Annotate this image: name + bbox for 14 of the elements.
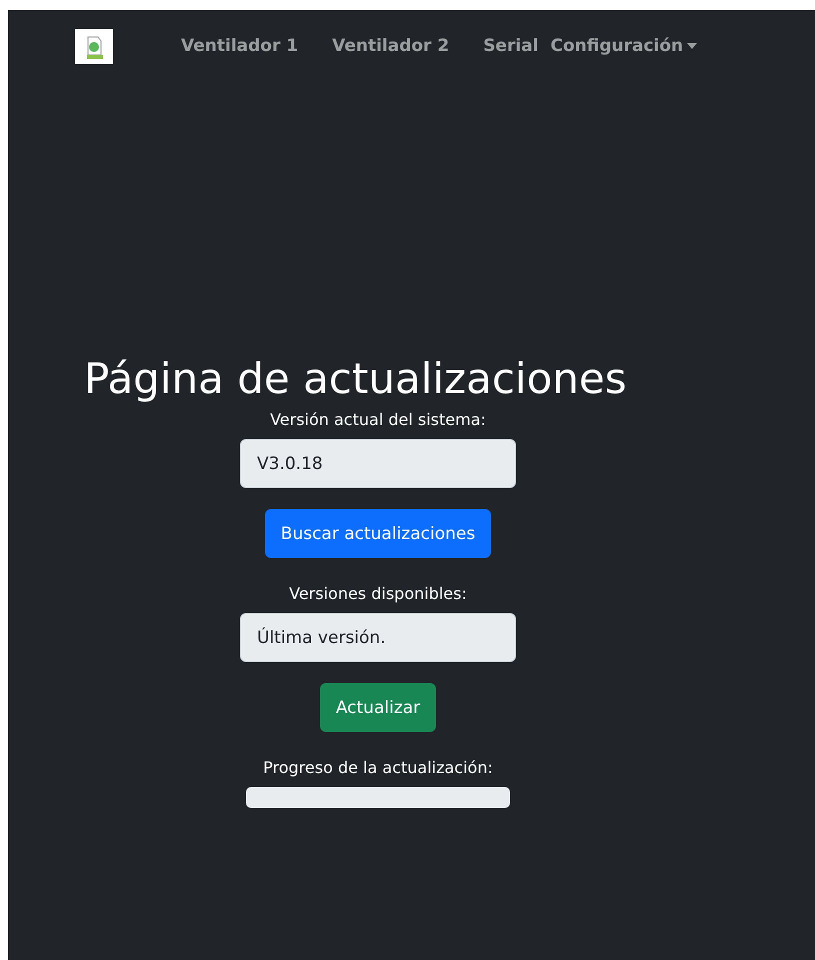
nav-link[interactable]: Ventilador 1 [181, 36, 298, 56]
caret-icon [687, 43, 698, 49]
available-versions-field[interactable]: Última versión. [240, 613, 516, 662]
update-button[interactable]: Actualizar [320, 683, 436, 732]
progress-label: Progreso de la actualización: [263, 758, 493, 778]
version-field[interactable]: V3.0.18 [240, 439, 516, 488]
search-updates-button[interactable]: Buscar actualizaciones [264, 509, 492, 558]
nav-link[interactable]: Serial [483, 36, 538, 56]
field-label: Versión actual del sistema: [270, 410, 486, 430]
logo-icon[interactable] [75, 28, 113, 64]
nav-link[interactable]: Ventilador 2 [332, 36, 450, 56]
dropdown-toggle[interactable]: Configuración [550, 36, 698, 56]
field-label: Versiones disponibles: [289, 584, 467, 604]
page-title: Página de actualizaciones [84, 354, 628, 404]
